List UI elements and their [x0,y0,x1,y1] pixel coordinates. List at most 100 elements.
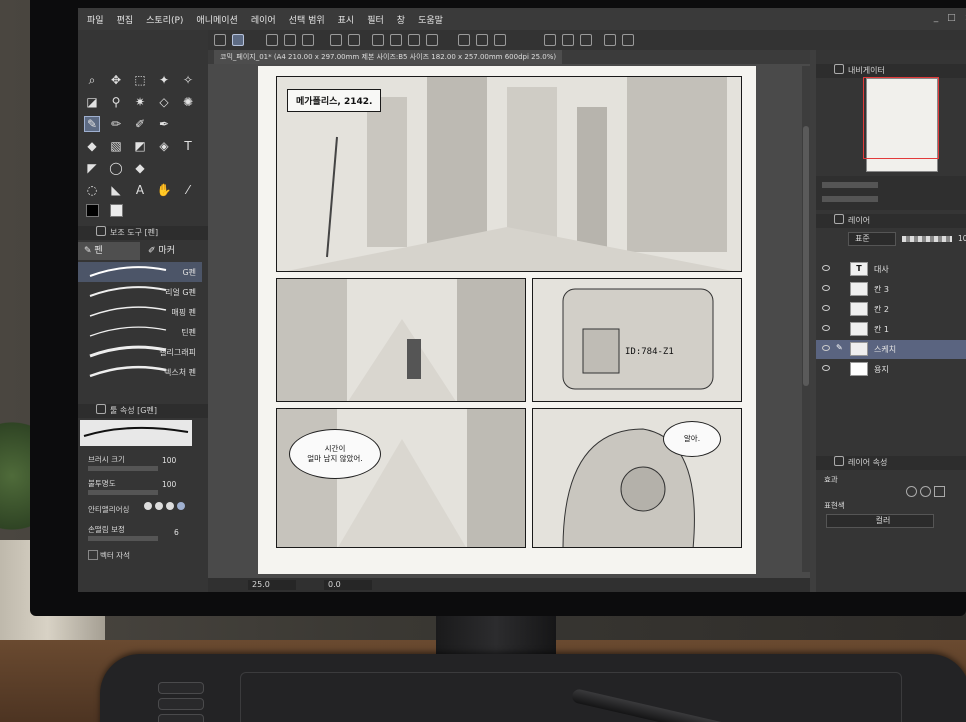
open-icon[interactable] [284,34,296,46]
brush-item[interactable]: 리얼 G펜 [78,282,202,302]
menu-story[interactable]: 스토리(P) [146,13,183,26]
layer-row[interactable]: T 대사 [816,260,966,279]
eye-icon[interactable] [822,345,830,351]
antialias-weak-icon[interactable] [155,502,163,510]
layer-opacity-slider[interactable] [902,236,952,242]
eye-icon[interactable] [822,285,830,291]
navigator-preview[interactable] [863,77,939,172]
brush-size-slider[interactable] [88,466,158,471]
blend-mode-dropdown[interactable]: 표준 [848,232,896,246]
nav-rotate-slider[interactable] [822,196,878,202]
text-icon[interactable]: T [180,138,196,154]
layer-row[interactable]: 칸 3 [816,280,966,299]
canvas-vertical-scrollbar[interactable] [802,66,810,572]
eraser-icon[interactable]: ◆ [84,138,100,154]
menu-filter[interactable]: 필터 [367,13,384,26]
brush-item[interactable]: 캘리그래피 [78,342,202,362]
antialias-strong-icon[interactable] [177,502,185,510]
check-icon[interactable] [544,34,556,46]
eye-icon[interactable] [822,265,830,271]
tab-pen[interactable]: ✎ 펜 [78,242,140,260]
hand-icon[interactable]: ✋ [156,182,172,198]
ruler-icon[interactable] [476,34,488,46]
layer-row[interactable]: 칸 1 [816,320,966,339]
eye-icon[interactable] [822,305,830,311]
window-controls[interactable]: _ □ × [934,13,966,23]
wand-icon[interactable]: ✷ [132,94,148,110]
menu-window[interactable]: 창 [397,13,405,26]
speech-icon[interactable] [604,34,616,46]
brush-item[interactable]: 틴펜 [78,322,202,342]
menu-layer[interactable]: 레이어 [251,13,276,26]
layer-row[interactable]: 칸 2 [816,300,966,319]
save-icon[interactable] [302,34,314,46]
blend-icon[interactable]: ◌ [84,182,100,198]
scrollbar-thumb[interactable] [803,126,809,386]
airbrush-icon[interactable]: ✒ [156,116,172,132]
brush-item[interactable]: 매핑 펜 [78,302,202,322]
move-icon[interactable]: ✥ [108,72,124,88]
main-color-swatch[interactable] [86,204,99,217]
brush-item[interactable]: 텍스처 펜 [78,362,202,382]
brush-check-icon[interactable] [580,34,592,46]
menu-file[interactable]: 파일 [87,13,104,26]
crop-icon[interactable] [426,34,438,46]
expression-color-dropdown[interactable]: 컬러 [826,514,934,528]
undo-icon[interactable] [330,34,342,46]
eyedropper-icon[interactable]: ⁄ [180,182,196,198]
zoom-icon[interactable]: ⌕ [84,72,100,88]
transform-icon[interactable] [408,34,420,46]
layer-color-icon[interactable] [934,486,945,497]
tone-effect-icon[interactable] [920,486,931,497]
new-file-icon[interactable] [266,34,278,46]
eye-icon[interactable] [822,365,830,371]
text-large-icon[interactable]: A [132,182,148,198]
fill-bucket-icon[interactable] [390,34,402,46]
eyedropper-small-icon[interactable]: ◇ [156,94,172,110]
vector-magnet-checkbox[interactable] [88,550,98,560]
menu-selection[interactable]: 선택 범위 [289,13,325,26]
zoom-value[interactable]: 25.0 [248,580,296,590]
gradient-icon[interactable]: ◩ [132,138,148,154]
select-icon[interactable]: ⬚ [132,72,148,88]
frame-tool-icon[interactable]: ◤ [84,160,100,176]
frame-icon[interactable] [622,34,634,46]
object-icon[interactable]: ✦ [156,72,172,88]
fill-icon[interactable]: ▧ [108,138,124,154]
menu-help[interactable]: 도움말 [418,13,443,26]
navigator-viewport-frame[interactable] [863,77,939,159]
border-effect-icon[interactable] [906,486,917,497]
document-tab[interactable]: 코믹_페이지_01* (A4 210.00 x 297.00mm 제본 사이즈:… [208,50,810,64]
opacity-value[interactable]: 100 [162,480,176,489]
balloon-icon[interactable]: ◯ [108,160,124,176]
brush-item[interactable]: G펜 [78,262,202,282]
menu-view[interactable]: 표시 [338,13,355,26]
menu-animation[interactable]: 애니메이션 [196,13,237,26]
nav-zoom-slider[interactable] [822,182,878,188]
antialias-none-icon[interactable] [144,502,152,510]
auto-select-icon[interactable]: ⚲ [108,94,124,110]
pen-icon[interactable]: ✎ [84,116,100,132]
grid-icon[interactable] [494,34,506,46]
comic-page[interactable]: 메가폴리스, 2142. ID:784-Z1 시간이 얼마 남지 않았어. 알아… [258,66,756,574]
rotate-icon[interactable] [372,34,384,46]
antialias-options[interactable] [144,502,188,512]
stabilization-slider[interactable] [88,536,158,541]
layer-opacity-value[interactable]: 100 [958,234,966,243]
stabilization-value[interactable]: 6 [174,528,179,537]
sub-color-swatch[interactable] [110,204,123,217]
menu-edit[interactable]: 편집 [117,13,134,26]
lasso-icon[interactable]: ◪ [84,94,100,110]
antialias-mid-icon[interactable] [166,502,174,510]
correct-line-icon[interactable]: ◆ [132,160,148,176]
layer-row[interactable]: 용지 [816,360,966,379]
redo-icon[interactable] [348,34,360,46]
pen-check-icon[interactable] [562,34,574,46]
new-canvas-icon[interactable] [214,34,226,46]
tab-marker[interactable]: ✐ 마커 [142,242,204,260]
angle-value[interactable]: 0.0 [324,580,372,590]
layout-icon[interactable] [232,34,244,46]
layer-row-selected[interactable]: ✎ 스케치 [816,340,966,359]
shape-icon[interactable]: ◈ [156,138,172,154]
transform-tool-icon[interactable]: ✧ [180,72,196,88]
